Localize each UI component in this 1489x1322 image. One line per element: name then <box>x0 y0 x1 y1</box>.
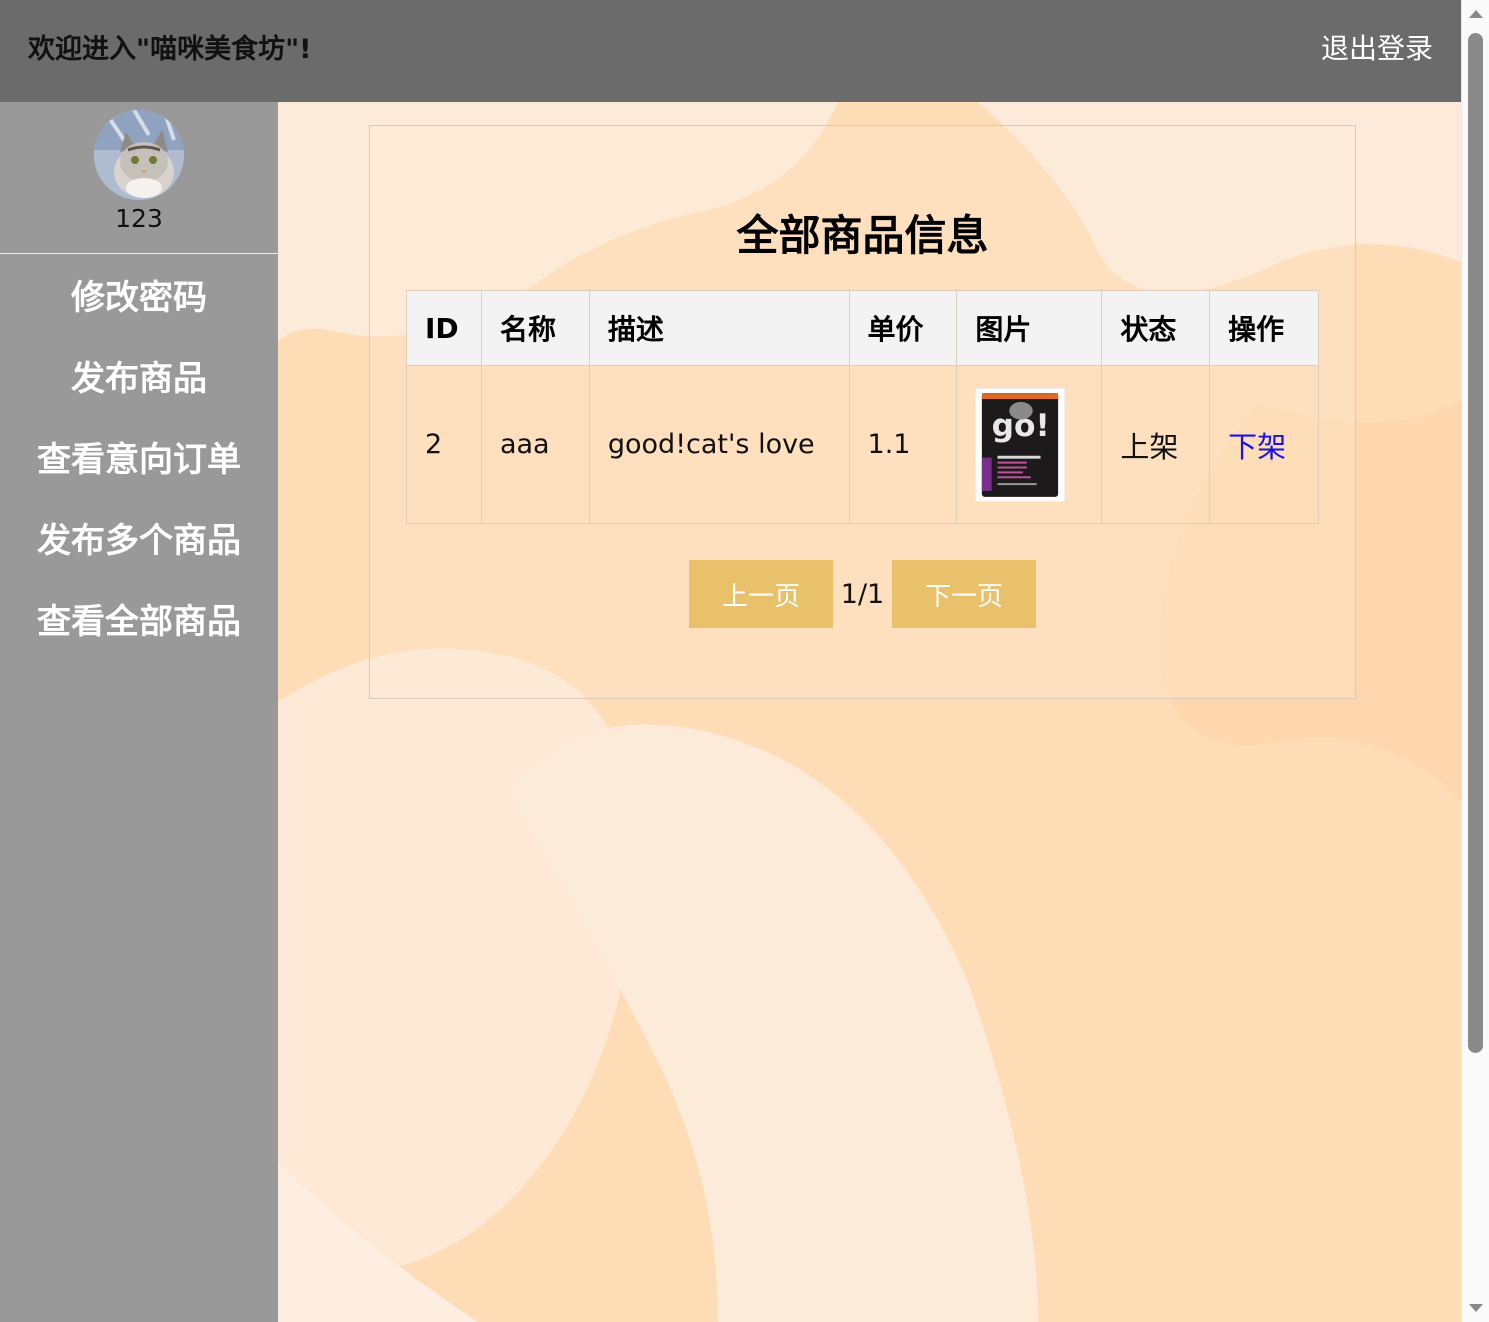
sidebar-item-publish-multiple[interactable]: 发布多个商品 <box>0 517 278 598</box>
sidebar-item-change-password[interactable]: 修改密码 <box>0 274 278 355</box>
sidebar-item-publish-product[interactable]: 发布商品 <box>0 355 278 436</box>
vertical-scrollbar[interactable] <box>1461 0 1489 1322</box>
cell-image: go! <box>956 365 1103 524</box>
cell-id: 2 <box>406 365 482 524</box>
sidebar: 123 修改密码 发布商品 查看意向订单 发布多个商品 查看全部商品 <box>0 102 278 1322</box>
cell-status: 上架 <box>1101 365 1211 524</box>
cell-price: 1.1 <box>848 365 958 524</box>
status-text: 上架 <box>1120 429 1179 464</box>
header-action: 操作 <box>1209 290 1319 366</box>
cell-name: aaa <box>480 365 590 524</box>
header-name: 名称 <box>480 290 590 366</box>
scroll-up-arrow-icon[interactable] <box>1469 10 1483 18</box>
username: 123 <box>115 204 163 233</box>
header-price: 单价 <box>848 290 958 366</box>
header-status: 状态 <box>1101 290 1211 366</box>
top-header: 欢迎进入"喵咪美食坊"! 退出登录 <box>0 0 1461 102</box>
welcome-title: 欢迎进入"喵咪美食坊"! <box>28 34 312 65</box>
sidebar-menu: 修改密码 发布商品 查看意向订单 发布多个商品 查看全部商品 <box>0 254 278 679</box>
products-table: ID 名称 描述 单价 图片 状态 操作 2 aaa good!cat's lo… <box>406 290 1319 524</box>
page-indicator: 1/1 <box>840 578 885 610</box>
page: 欢迎进入"喵咪美食坊"! 退出登录 123 修改密码 发布商品 查看意向订单 发… <box>0 0 1489 1322</box>
next-page-button[interactable]: 下一页 <box>892 560 1036 628</box>
user-profile: 123 <box>0 102 278 254</box>
prev-page-button[interactable]: 上一页 <box>689 560 833 628</box>
cat-avatar-icon <box>94 110 184 200</box>
sidebar-item-view-orders[interactable]: 查看意向订单 <box>0 436 278 517</box>
sidebar-item-view-all-products[interactable]: 查看全部商品 <box>0 598 278 679</box>
scroll-down-arrow-icon[interactable] <box>1469 1304 1483 1312</box>
products-card: 全部商品信息 ID 名称 描述 单价 图片 状态 操作 2 aaa good!c… <box>369 125 1356 699</box>
page-title: 全部商品信息 <box>736 211 989 260</box>
scrollbar-thumb[interactable] <box>1468 33 1483 1053</box>
header-image: 图片 <box>956 290 1103 366</box>
table-row: 2 aaa good!cat's love 1.1 go! 上架 下架 <box>406 365 1319 524</box>
cat-food-bag-image-icon: go! <box>975 387 1066 502</box>
main-content: 全部商品信息 ID 名称 描述 单价 图片 状态 操作 2 aaa good!c… <box>278 102 1461 1322</box>
cell-description: good!cat's love <box>588 365 850 524</box>
pagination: 上一页 1/1 下一页 <box>689 560 1036 628</box>
header-description: 描述 <box>588 290 850 366</box>
unlist-link[interactable]: 下架 <box>1228 430 1286 464</box>
header-id: ID <box>406 290 482 366</box>
cell-action: 下架 <box>1209 365 1319 524</box>
table-header-row: ID 名称 描述 单价 图片 状态 操作 <box>406 290 1319 366</box>
logout-link[interactable]: 退出登录 <box>1321 27 1433 67</box>
